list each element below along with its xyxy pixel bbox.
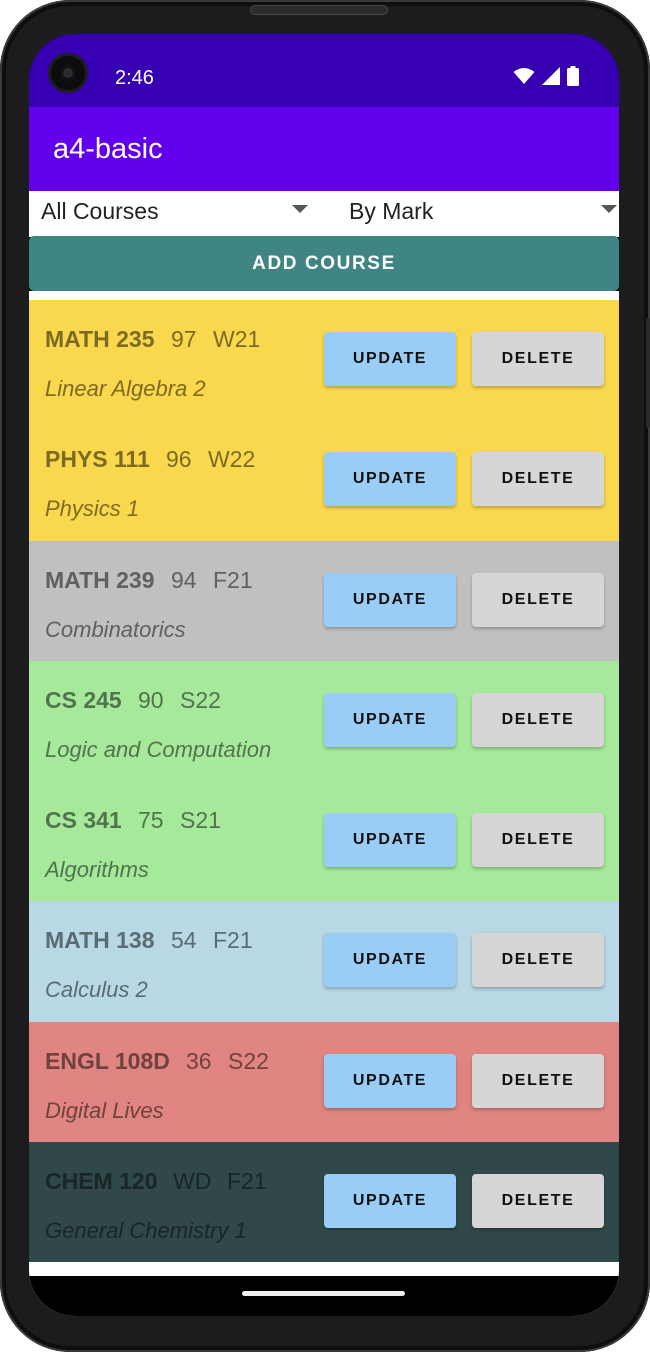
earpiece-speaker (250, 5, 388, 15)
status-bar: 2:46 (29, 34, 619, 107)
course-row: CS 245 90 S22 Logic and Computation UPDATE DE… (29, 660, 619, 781)
delete-course-button[interactable]: DELETE (472, 692, 604, 747)
course-mark: 90 (138, 686, 164, 713)
course-row: CS 341 75 S21 Algorithms UPDATE DELETE (29, 781, 619, 902)
course-code: ENGL 108D (45, 1047, 170, 1074)
filter-row: All Courses By Mark (29, 191, 619, 237)
status-icons (513, 66, 579, 86)
course-description: Linear Algebra 2 (45, 376, 206, 401)
course-mark: 96 (166, 446, 192, 473)
delete-course-button[interactable]: DELETE (472, 1173, 604, 1228)
course-row: MATH 138 54 F21 Calculus 2 UPDATE DELETE (29, 901, 619, 1022)
course-description: General Chemistry 1 (45, 1217, 247, 1243)
course-code: CS 341 (45, 807, 122, 833)
course-term: W22 (208, 446, 256, 473)
course-row: CHEM 120 WD F21 General Chemistry 1 UPDATE DE… (29, 1141, 619, 1262)
update-course-button[interactable]: UPDATE (324, 452, 456, 507)
sort-filter-value: By Mark (349, 198, 434, 224)
course-mark: WD (173, 1167, 212, 1194)
power-button (646, 318, 650, 428)
course-term: S22 (180, 686, 221, 713)
delete-course-button[interactable]: DELETE (472, 933, 604, 988)
course-term: F21 (213, 927, 253, 954)
course-code: MATH 239 (45, 566, 155, 593)
course-term: S22 (228, 1047, 269, 1074)
course-term: W21 (213, 326, 261, 352)
course-mark: 54 (171, 927, 197, 954)
update-course-button[interactable]: UPDATE (324, 692, 456, 747)
course-row: MATH 239 94 F21 Combinatorics UPDATE DELETE (29, 540, 619, 661)
dropdown-arrow-icon (292, 205, 308, 213)
course-row: MATH 235 97 W21 Linear Algebra 2 UPDATE DELET… (29, 300, 619, 421)
cell-signal-icon (542, 67, 560, 85)
delete-course-button[interactable]: DELETE (472, 813, 604, 867)
course-description: Logic and Computation (45, 736, 272, 762)
sort-filter-dropdown[interactable]: By Mark (337, 191, 619, 237)
course-mark: 36 (186, 1047, 212, 1074)
course-description: Physics 1 (45, 496, 140, 522)
course-term: F21 (213, 566, 253, 593)
status-time: 2:46 (115, 67, 154, 89)
course-code: CHEM 120 (45, 1167, 158, 1194)
add-course-button[interactable]: ADD COURSE (29, 236, 619, 291)
course-mark: 97 (171, 326, 197, 352)
course-term: S21 (180, 807, 221, 833)
delete-course-button[interactable]: DELETE (472, 452, 604, 507)
update-course-button[interactable]: UPDATE (324, 572, 456, 627)
delete-course-button[interactable]: DELETE (472, 332, 604, 386)
course-description: Calculus 2 (45, 977, 148, 1003)
update-course-button[interactable]: UPDATE (324, 332, 456, 386)
course-description: Combinatorics (45, 616, 186, 642)
update-course-button[interactable]: UPDATE (324, 813, 456, 867)
delete-course-button[interactable]: DELETE (472, 572, 604, 627)
course-code: CS 245 (45, 686, 122, 713)
dropdown-arrow-icon (601, 205, 617, 213)
phone-frame: 2:46 a4-basic All Courses By Mark ADD CO… (0, 0, 650, 1352)
term-filter-dropdown[interactable]: All Courses (29, 191, 319, 237)
app-bar: a4-basic (29, 107, 619, 191)
term-filter-value: All Courses (41, 198, 159, 224)
course-row: ENGL 108D 36 S22 Digital Lives UPDATE DELETE (29, 1021, 619, 1142)
course-mark: 75 (138, 807, 164, 833)
course-row: PHYS 111 96 W22 Physics 1 UPDATE DELETE (29, 420, 619, 541)
course-code: MATH 138 (45, 927, 155, 954)
course-description: Algorithms (45, 857, 149, 882)
battery-icon (567, 66, 579, 86)
home-gesture-handle[interactable] (242, 1291, 405, 1296)
course-code: MATH 235 (45, 326, 155, 352)
device-screen: 2:46 a4-basic All Courses By Mark ADD CO… (29, 34, 619, 1316)
course-code: PHYS 111 (45, 446, 150, 473)
course-mark: 94 (171, 566, 197, 593)
course-list-area[interactable]: MATH 235 97 W21 Linear Algebra 2 UPDATE DELET… (29, 291, 619, 1316)
update-course-button[interactable]: UPDATE (324, 933, 456, 988)
navigation-bar (29, 1276, 619, 1316)
app-title: a4-basic (53, 133, 163, 165)
course-list: MATH 235 97 W21 Linear Algebra 2 UPDATE DELET… (29, 300, 619, 1262)
update-course-button[interactable]: UPDATE (324, 1053, 456, 1108)
delete-course-button[interactable]: DELETE (472, 1053, 604, 1108)
course-term: F21 (227, 1167, 267, 1194)
update-course-button[interactable]: UPDATE (324, 1173, 456, 1228)
wifi-icon (513, 68, 535, 84)
front-camera (48, 53, 88, 93)
course-description: Digital Lives (45, 1097, 164, 1123)
